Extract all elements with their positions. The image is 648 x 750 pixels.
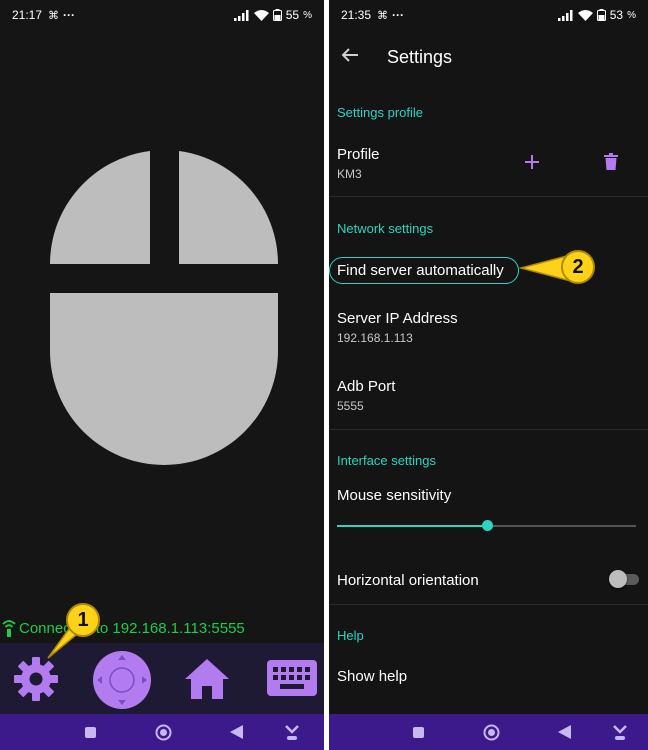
wifi-icon: [577, 9, 593, 21]
find-server-automatically[interactable]: Find server automatically: [337, 262, 504, 279]
add-profile-icon[interactable]: [525, 155, 539, 174]
mouse-sensitivity-slider[interactable]: [337, 520, 636, 531]
connection-icon: [2, 620, 16, 637]
status-extra-icon: ⌘: [48, 9, 60, 22]
toggle-thumb[interactable]: [609, 570, 627, 588]
slider-thumb[interactable]: [481, 520, 493, 531]
battery-percent: 55: [285, 8, 300, 22]
home-nav-icon[interactable]: [483, 724, 500, 741]
horizontal-orientation-label[interactable]: Horizontal orientation: [337, 572, 479, 589]
battery-icon: [596, 9, 606, 21]
server-ip-label: Server IP Address: [337, 310, 458, 327]
status-extra-icon: ⌘: [377, 9, 389, 22]
right-mouse-button[interactable]: [179, 151, 278, 264]
back-nav-icon[interactable]: [230, 725, 243, 739]
keyboard-button[interactable]: [266, 658, 318, 698]
delete-profile-icon[interactable]: [604, 153, 618, 175]
assist-nav-icon[interactable]: [612, 723, 628, 741]
battery-percent: 53: [609, 8, 624, 22]
gear-icon: [14, 657, 58, 701]
back-nav-icon[interactable]: [558, 725, 571, 739]
home-nav-icon[interactable]: [155, 724, 172, 741]
app-bar: Settings: [329, 30, 648, 86]
signal-icon: [557, 9, 573, 21]
section-interface-settings: Interface settings: [337, 453, 436, 468]
divider: [329, 604, 648, 605]
mouse-sensitivity-label: Mouse sensitivity: [337, 487, 452, 504]
server-ip-value: 192.168.1.113: [337, 331, 413, 345]
left-phone-screen: 21:17 ⌘ ··· 55% Connected to 192.168.1.1…: [0, 0, 324, 750]
profile-label: Profile: [337, 146, 380, 163]
system-nav-bar: [0, 714, 324, 750]
assist-nav-icon[interactable]: [284, 723, 300, 741]
adb-port-label: Adb Port: [337, 378, 396, 395]
status-time: 21:35: [341, 8, 372, 22]
status-bar: 21:35 ⌘ ··· 53%: [341, 8, 636, 22]
signal-icon: [233, 9, 249, 21]
back-arrow-icon[interactable]: [341, 46, 359, 69]
server-ip-row[interactable]: Server IP Address 192.168.1.113: [329, 302, 648, 354]
system-nav-bar: [329, 714, 648, 750]
recents-icon[interactable]: [85, 727, 96, 738]
profile-value: KM3: [337, 167, 362, 181]
slider-fill: [337, 525, 487, 527]
keyboard-icon: [267, 660, 317, 696]
show-help[interactable]: Show help: [337, 668, 407, 685]
status-bar: 21:17 ⌘ ··· 55%: [12, 8, 312, 22]
recents-icon[interactable]: [413, 727, 424, 738]
home-button[interactable]: [183, 655, 231, 703]
section-settings-profile: Settings profile: [337, 105, 423, 120]
right-phone-screen: 21:35 ⌘ ··· 53% Settings Settings profil…: [329, 0, 648, 750]
status-time: 21:17: [12, 8, 43, 22]
page-title: Settings: [387, 47, 453, 67]
adb-port-row[interactable]: Adb Port 5555: [329, 370, 648, 422]
home-icon: [185, 659, 229, 699]
status-dots: ···: [392, 8, 405, 22]
mouse-touchpad[interactable]: [50, 293, 278, 465]
section-network-settings: Network settings: [337, 221, 434, 236]
wifi-icon: [253, 9, 269, 21]
settings-button[interactable]: [12, 655, 60, 703]
dpad-button[interactable]: [92, 650, 152, 710]
mouse-pad-icon[interactable]: [50, 151, 278, 465]
profile-row[interactable]: Profile KM3: [329, 138, 648, 194]
dpad-icon: [93, 651, 151, 709]
section-help: Help: [337, 628, 364, 643]
callout-badge: 2: [561, 250, 595, 284]
callout-badge: 1: [66, 603, 100, 637]
battery-icon: [272, 9, 282, 21]
divider: [329, 429, 648, 430]
status-dots: ···: [63, 8, 76, 22]
left-mouse-button[interactable]: [50, 151, 150, 264]
adb-port-value: 5555: [337, 399, 364, 413]
divider: [329, 196, 648, 197]
